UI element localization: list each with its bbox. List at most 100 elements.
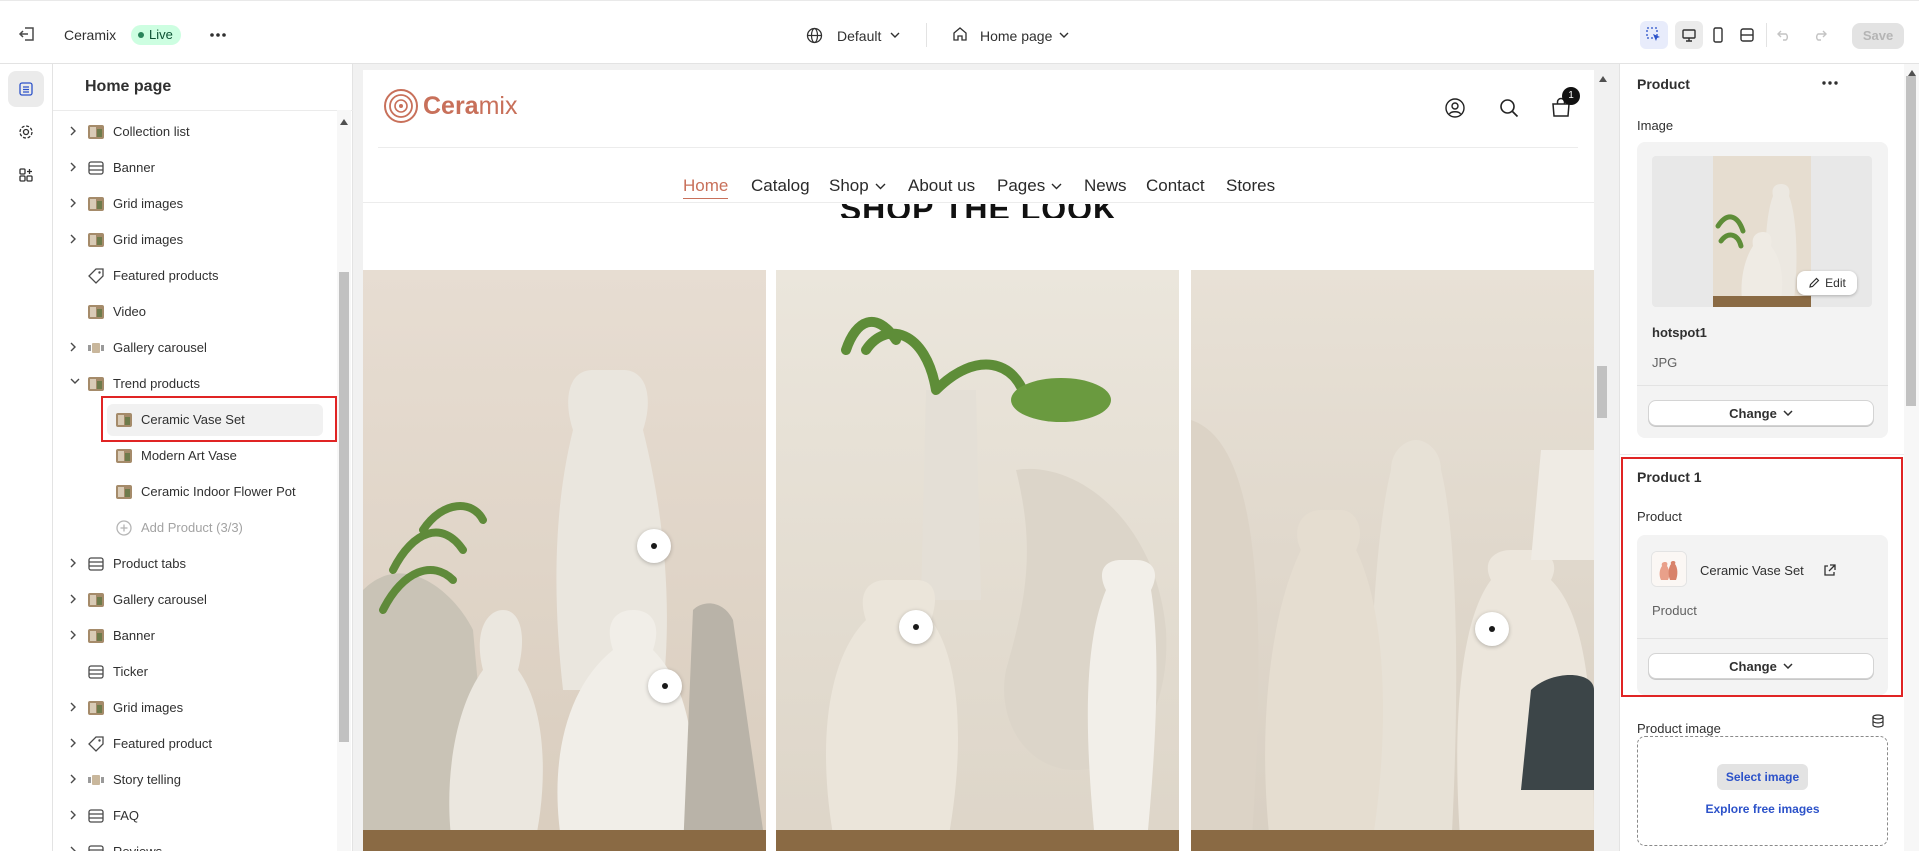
sidebar-item-modern-art-vase[interactable]: Modern Art Vase <box>53 438 337 474</box>
inspector-toggle-button[interactable] <box>1640 21 1668 49</box>
scroll-up-arrow-icon[interactable] <box>340 119 348 125</box>
chevron-down-icon[interactable] <box>70 378 80 384</box>
sidebar-item-ticker[interactable]: Ticker <box>53 654 337 690</box>
undo-icon[interactable] <box>1770 21 1798 49</box>
logo-icon[interactable] <box>383 88 419 124</box>
chevron-down-icon <box>1051 183 1062 190</box>
sidebar-item-label: Collection list <box>113 124 190 139</box>
chevron-right-icon[interactable] <box>70 810 76 820</box>
dynamic-source-icon[interactable] <box>1872 714 1884 728</box>
scroll-up-arrow-icon[interactable] <box>1908 70 1916 76</box>
banner-section-icon <box>87 555 105 573</box>
img-section-icon <box>87 123 105 141</box>
tag-section-icon <box>87 267 105 285</box>
sidebar-item-gallery-carousel[interactable]: Gallery carousel <box>53 330 337 366</box>
chevron-right-icon[interactable] <box>70 342 76 352</box>
edit-image-button[interactable]: Edit <box>1797 271 1857 295</box>
image-dropzone[interactable]: Select image Explore free images <box>1637 736 1888 846</box>
sidebar-item-gallery-carousel[interactable]: Gallery carousel <box>53 582 337 618</box>
redo-icon[interactable] <box>1806 21 1834 49</box>
sidebar-item-label: Grid images <box>113 700 184 715</box>
chevron-right-icon[interactable] <box>70 630 76 640</box>
banner-section-icon <box>87 843 105 851</box>
chevron-right-icon[interactable] <box>70 126 76 136</box>
nav-link-home[interactable]: Home <box>683 176 729 199</box>
nav-link-label: Stores <box>1226 176 1276 195</box>
sidebar-item-reviews[interactable]: Reviews <box>53 834 337 851</box>
save-button[interactable]: Save <box>1852 23 1904 49</box>
image-file-name: hotspot1 <box>1652 325 1707 340</box>
sections-icon[interactable] <box>8 71 44 107</box>
search-icon[interactable] <box>1499 98 1519 118</box>
section-heading-clip: SHOP THE LOOK <box>363 204 1594 218</box>
chevron-right-icon[interactable] <box>70 198 76 208</box>
more-actions-icon[interactable] <box>1822 81 1838 85</box>
sidebar-item-label: Modern Art Vase <box>141 448 237 463</box>
nav-link-stores[interactable]: Stores <box>1226 176 1275 196</box>
more-actions-icon[interactable] <box>209 27 227 43</box>
chevron-down-icon <box>875 183 886 190</box>
sidebar-item-label: Featured products <box>113 268 219 283</box>
sidebar-item-faq[interactable]: FAQ <box>53 798 337 834</box>
img-section-icon <box>87 627 105 645</box>
sidebar-item-story-telling[interactable]: Story telling <box>53 762 337 798</box>
hotspot-marker[interactable] <box>637 529 671 563</box>
sidebar-item-label: Add Product (3/3) <box>141 520 243 535</box>
nav-link-label: Contact <box>1146 176 1205 195</box>
sidebar-item-ceramic-indoor-flower-pot[interactable]: Ceramic Indoor Flower Pot <box>53 474 337 510</box>
home-icon <box>952 26 968 42</box>
nav-link-about-us[interactable]: About us <box>908 176 975 196</box>
nav-link-news[interactable]: News <box>1084 176 1127 196</box>
hotspot-marker[interactable] <box>899 610 933 644</box>
preview-scrollbar[interactable] <box>1594 70 1610 851</box>
sidebar-item-featured-product[interactable]: Featured product <box>53 726 337 762</box>
product-image-label: Product image <box>1637 721 1721 736</box>
chevron-right-icon[interactable] <box>70 702 76 712</box>
chevron-right-icon[interactable] <box>70 594 76 604</box>
store-logo-text[interactable]: Ceramix <box>423 92 517 120</box>
sidebar-item-featured-products[interactable]: Featured products <box>53 258 337 294</box>
account-icon[interactable] <box>1445 98 1465 118</box>
sidebar-item-label: FAQ <box>113 808 140 823</box>
look-image-1 <box>363 270 766 851</box>
nav-link-shop[interactable]: Shop <box>829 176 886 196</box>
scroll-up-arrow-icon[interactable] <box>1599 76 1607 82</box>
panel-scrollbar-thumb[interactable] <box>1906 76 1916 406</box>
nav-link-pages[interactable]: Pages <box>997 176 1062 196</box>
full-width-button[interactable] <box>1733 21 1761 49</box>
preview-scrollbar-thumb[interactable] <box>1597 366 1607 418</box>
sidebar-scrollbar-thumb[interactable] <box>339 272 349 742</box>
hotspot-marker[interactable] <box>648 669 682 703</box>
carousel-section-icon <box>87 771 105 789</box>
chevron-right-icon[interactable] <box>70 234 76 244</box>
sidebar-item-product-tabs[interactable]: Product tabs <box>53 546 337 582</box>
sidebar-item-grid-images[interactable]: Grid images <box>53 690 337 726</box>
chevron-right-icon[interactable] <box>70 774 76 784</box>
select-image-button[interactable]: Select image <box>1717 764 1808 790</box>
add-product-button[interactable]: Add Product (3/3) <box>53 510 337 546</box>
chevron-right-icon[interactable] <box>70 846 76 851</box>
sidebar-item-label: Grid images <box>113 196 184 211</box>
exit-icon[interactable] <box>18 26 36 42</box>
mobile-view-button[interactable] <box>1704 21 1732 49</box>
chevron-right-icon[interactable] <box>70 738 76 748</box>
hotspot-marker[interactable] <box>1475 612 1509 646</box>
sidebar-item-video[interactable]: Video <box>53 294 337 330</box>
theme-selector[interactable]: Default <box>837 26 881 46</box>
sidebar-item-banner[interactable]: Banner <box>53 150 337 186</box>
banner-section-icon <box>87 807 105 825</box>
chevron-right-icon[interactable] <box>70 162 76 172</box>
nav-link-contact[interactable]: Contact <box>1146 176 1205 196</box>
sidebar-item-grid-images[interactable]: Grid images <box>53 186 337 222</box>
sidebar-item-collection-list[interactable]: Collection list <box>53 114 337 150</box>
image-picker-card: Edit hotspot1 JPG Change <box>1637 142 1888 438</box>
change-image-button[interactable]: Change <box>1648 400 1874 426</box>
page-selector[interactable]: Home page <box>980 26 1052 46</box>
sidebar-item-banner[interactable]: Banner <box>53 618 337 654</box>
sidebar-item-grid-images[interactable]: Grid images <box>53 222 337 258</box>
nav-link-catalog[interactable]: Catalog <box>751 176 810 196</box>
img-section-icon <box>87 699 105 717</box>
desktop-view-button[interactable] <box>1675 21 1703 49</box>
chevron-right-icon[interactable] <box>70 558 76 568</box>
explore-free-images-link[interactable]: Explore free images <box>1638 802 1887 816</box>
